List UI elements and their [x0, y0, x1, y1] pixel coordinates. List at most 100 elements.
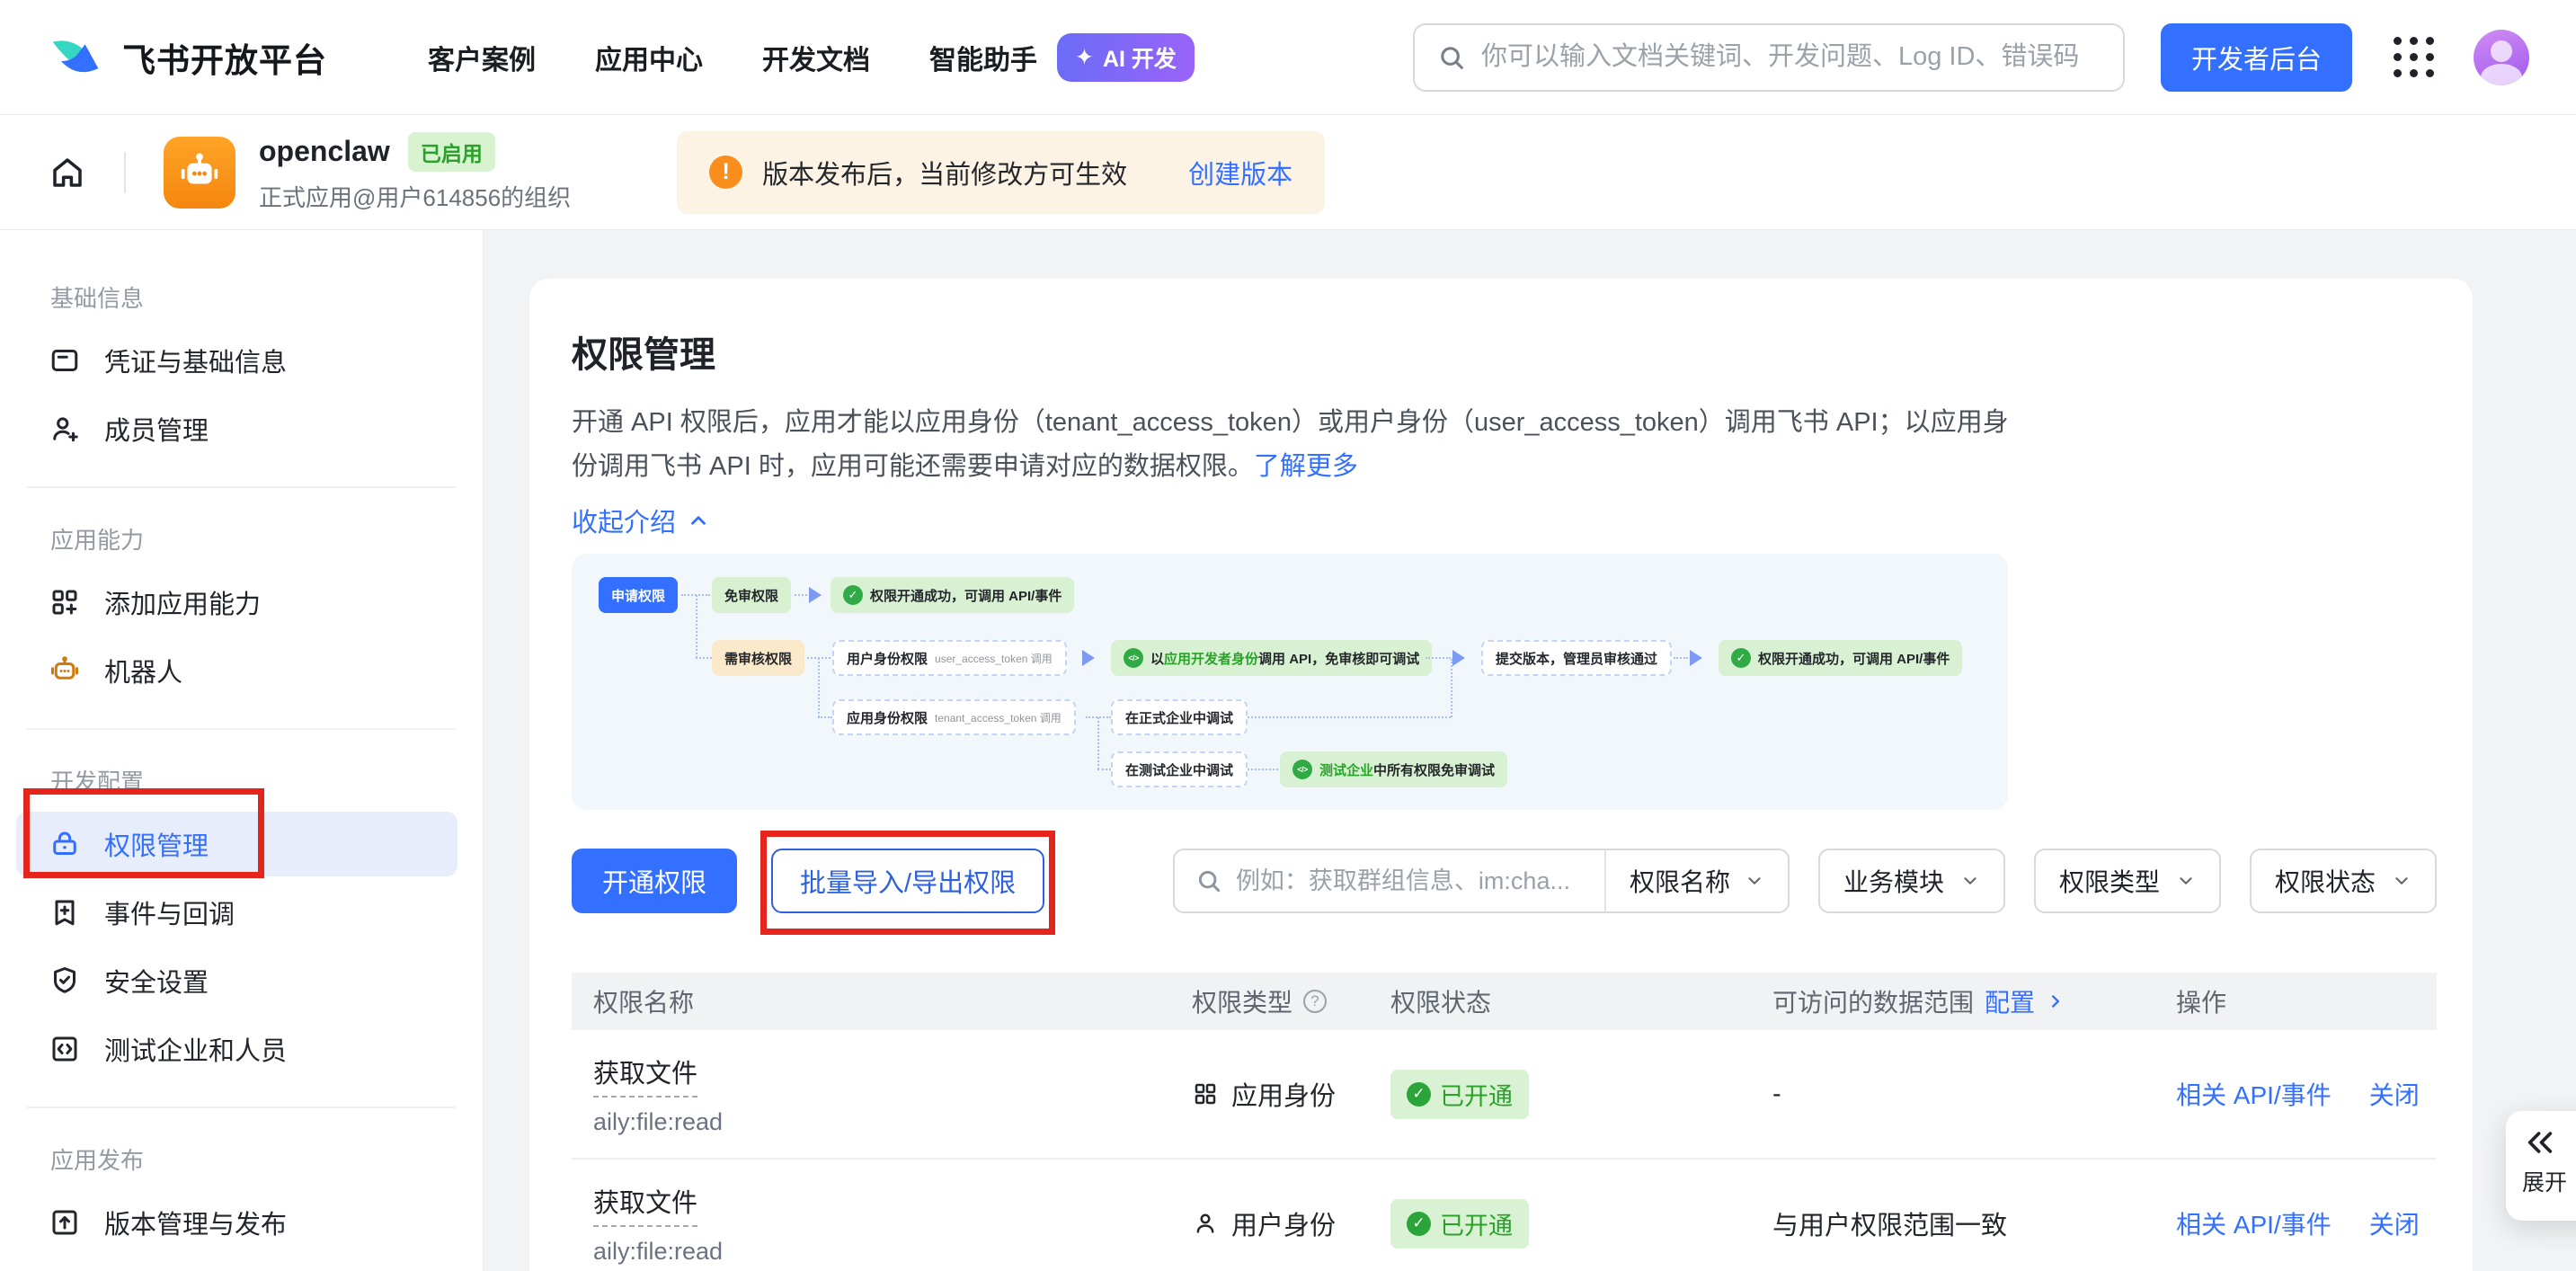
permission-name[interactable]: 获取文件: [593, 1053, 697, 1098]
app-name: openclaw: [259, 135, 390, 168]
permission-type-cell: 应用身份: [1170, 1075, 1369, 1113]
permission-status-cell: ✓ 已开通: [1369, 1199, 1751, 1249]
warning-text: 版本发布后，当前修改方可生效: [762, 154, 1127, 191]
question-circle-icon[interactable]: ?: [1303, 990, 1327, 1013]
check-circle-icon: ✓: [843, 585, 863, 605]
search-icon: [1195, 867, 1223, 895]
flow-node-need-review: 需审核权限: [712, 640, 804, 676]
developer-console-button[interactable]: 开发者后台: [2161, 23, 2352, 92]
warning-icon: !: [709, 156, 742, 189]
permission-code: aily:file:read: [593, 1238, 1170, 1266]
permission-name-cell: 获取文件 aily:file:read: [572, 1053, 1170, 1136]
app-subtitle: 正式应用@用户614856的组织: [259, 180, 571, 213]
data-scope-cell: -: [1751, 1080, 2154, 1109]
flow-node-dev-call: </> 以应用开发者身份调用 API，免审核即可调试: [1111, 640, 1432, 676]
filter-business-module[interactable]: 业务模块: [1818, 849, 2005, 913]
flow-connector: [696, 595, 697, 658]
sparkle-icon: ✦: [1075, 44, 1094, 71]
global-search[interactable]: [1413, 23, 2125, 92]
sidebar-item-permissions[interactable]: 权限管理: [16, 812, 457, 876]
flow-connector: [696, 657, 712, 659]
sidebar-item-credentials[interactable]: 凭证与基础信息: [16, 328, 457, 393]
related-api-link[interactable]: 相关 API/事件: [2176, 1076, 2332, 1112]
learn-more-link[interactable]: 了解更多: [1254, 452, 1358, 481]
permission-toolbar: 开通权限 批量导入/导出权限 权限名称: [572, 849, 2437, 913]
filter-permission-name[interactable]: 权限名称: [1604, 850, 1788, 911]
status-badge: 已启用: [408, 132, 495, 172]
open-permission-button[interactable]: 开通权限: [572, 849, 737, 913]
create-version-link[interactable]: 创建版本: [1188, 154, 1292, 191]
flow-connector: [818, 716, 832, 718]
shield-check-icon: [49, 964, 81, 997]
apps-grid-icon[interactable]: [2394, 37, 2434, 77]
section-basic-info: 基础信息: [50, 280, 483, 314]
permission-name[interactable]: 获取文件: [593, 1182, 697, 1227]
sidebar-item-bot[interactable]: 机器人: [16, 638, 457, 703]
close-permission-link[interactable]: 关闭: [2369, 1205, 2420, 1241]
flow-connector: [1097, 769, 1111, 770]
page-title: 权限管理: [572, 325, 2437, 378]
sidebar-item-events[interactable]: 事件与回调: [16, 880, 457, 945]
permission-type-cell: 用户身份: [1170, 1204, 1369, 1242]
sidebar-item-security[interactable]: 安全设置: [16, 948, 457, 1013]
user-identity-icon: [1192, 1210, 1219, 1237]
flow-connector: [795, 594, 807, 596]
nav-dev-docs[interactable]: 开发文档: [762, 38, 870, 77]
close-permission-link[interactable]: 关闭: [2369, 1076, 2420, 1112]
col-data-scope: 可访问的数据范围 配置: [1751, 983, 2154, 1019]
divider: [27, 1107, 456, 1108]
flow-connector: [818, 658, 820, 717]
expand-label: 展开: [2522, 1165, 2576, 1197]
data-scope-cell: 与用户权限范围一致: [1751, 1204, 2154, 1242]
upload-square-icon: [49, 1206, 81, 1239]
scope-config-link[interactable]: 配置: [1985, 983, 2035, 1019]
nav-ai-assistant[interactable]: 智能助手: [929, 38, 1037, 77]
page-description: 开通 API 权限后，应用才能以应用身份（tenant_access_token…: [572, 401, 2013, 489]
section-dev-config: 开发配置: [50, 764, 483, 797]
nav-customer-cases[interactable]: 客户案例: [428, 38, 536, 77]
brand[interactable]: 飞书开放平台: [47, 29, 327, 86]
flow-arrow-icon: [1452, 650, 1465, 666]
nav-app-center[interactable]: 应用中心: [595, 38, 703, 77]
divider: [27, 486, 456, 488]
double-chevron-left-icon: [2522, 1127, 2558, 1158]
flow-node-debug-formal: 在正式企业中调试: [1111, 699, 1248, 735]
expand-panel-button[interactable]: 展开: [2506, 1111, 2576, 1221]
home-icon[interactable]: [49, 154, 86, 191]
table-row: 获取文件 aily:file:read 用户身份 ✓ 已开通: [572, 1160, 2437, 1271]
code-circle-icon: </>: [1292, 760, 1312, 779]
permission-code: aily:file:read: [593, 1108, 1170, 1136]
search-icon: [1436, 42, 1467, 73]
permission-status-cell: ✓ 已开通: [1369, 1070, 1751, 1119]
sidebar: 基础信息 凭证与基础信息 成员管理 应用能力: [0, 230, 484, 1271]
global-search-input[interactable]: [1481, 42, 2101, 72]
table-row: 获取文件 aily:file:read 应用身份 ✓ 已开通: [572, 1030, 2437, 1160]
flow-arrow-icon: [1690, 650, 1702, 666]
sidebar-item-add-capability[interactable]: 添加应用能力: [16, 570, 457, 635]
chevron-up-icon: [687, 509, 710, 532]
sidebar-item-test-org[interactable]: 测试企业和人员: [16, 1017, 457, 1081]
divider: [124, 152, 126, 193]
app-meta: openclaw 已启用 正式应用@用户614856的组织: [259, 132, 571, 213]
permission-card: 权限管理 开通 API 权限后，应用才能以应用身份（tenant_access_…: [529, 279, 2473, 1271]
permission-search-combo: 权限名称: [1173, 849, 1790, 913]
chevron-down-icon: [2392, 871, 2412, 891]
collapse-intro-link[interactable]: 收起介绍: [572, 502, 710, 539]
related-api-link[interactable]: 相关 API/事件: [2176, 1205, 2332, 1241]
flow-connector: [1426, 657, 1451, 659]
table-header: 权限名称 权限类型 ? 权限状态 可访问的数据范围 配置 操作: [572, 973, 2437, 1030]
ai-dev-badge[interactable]: ✦ AI 开发: [1057, 33, 1195, 82]
filter-permission-type[interactable]: 权限类型: [2034, 849, 2221, 913]
user-avatar[interactable]: [2474, 30, 2529, 85]
filter-permission-status[interactable]: 权限状态: [2250, 849, 2437, 913]
app-icon-robot[interactable]: [164, 137, 235, 209]
batch-import-export-button[interactable]: 批量导入/导出权限: [771, 849, 1044, 913]
permission-search-input[interactable]: [1236, 867, 1585, 895]
chevron-down-icon: [1745, 871, 1764, 891]
person-add-icon: [49, 413, 81, 445]
sidebar-item-version-release[interactable]: 版本管理与发布: [16, 1190, 457, 1255]
col-permission-type: 权限类型 ?: [1170, 983, 1369, 1019]
permission-search[interactable]: [1175, 850, 1604, 911]
section-app-release: 应用发布: [50, 1142, 483, 1176]
sidebar-item-members[interactable]: 成员管理: [16, 396, 457, 461]
